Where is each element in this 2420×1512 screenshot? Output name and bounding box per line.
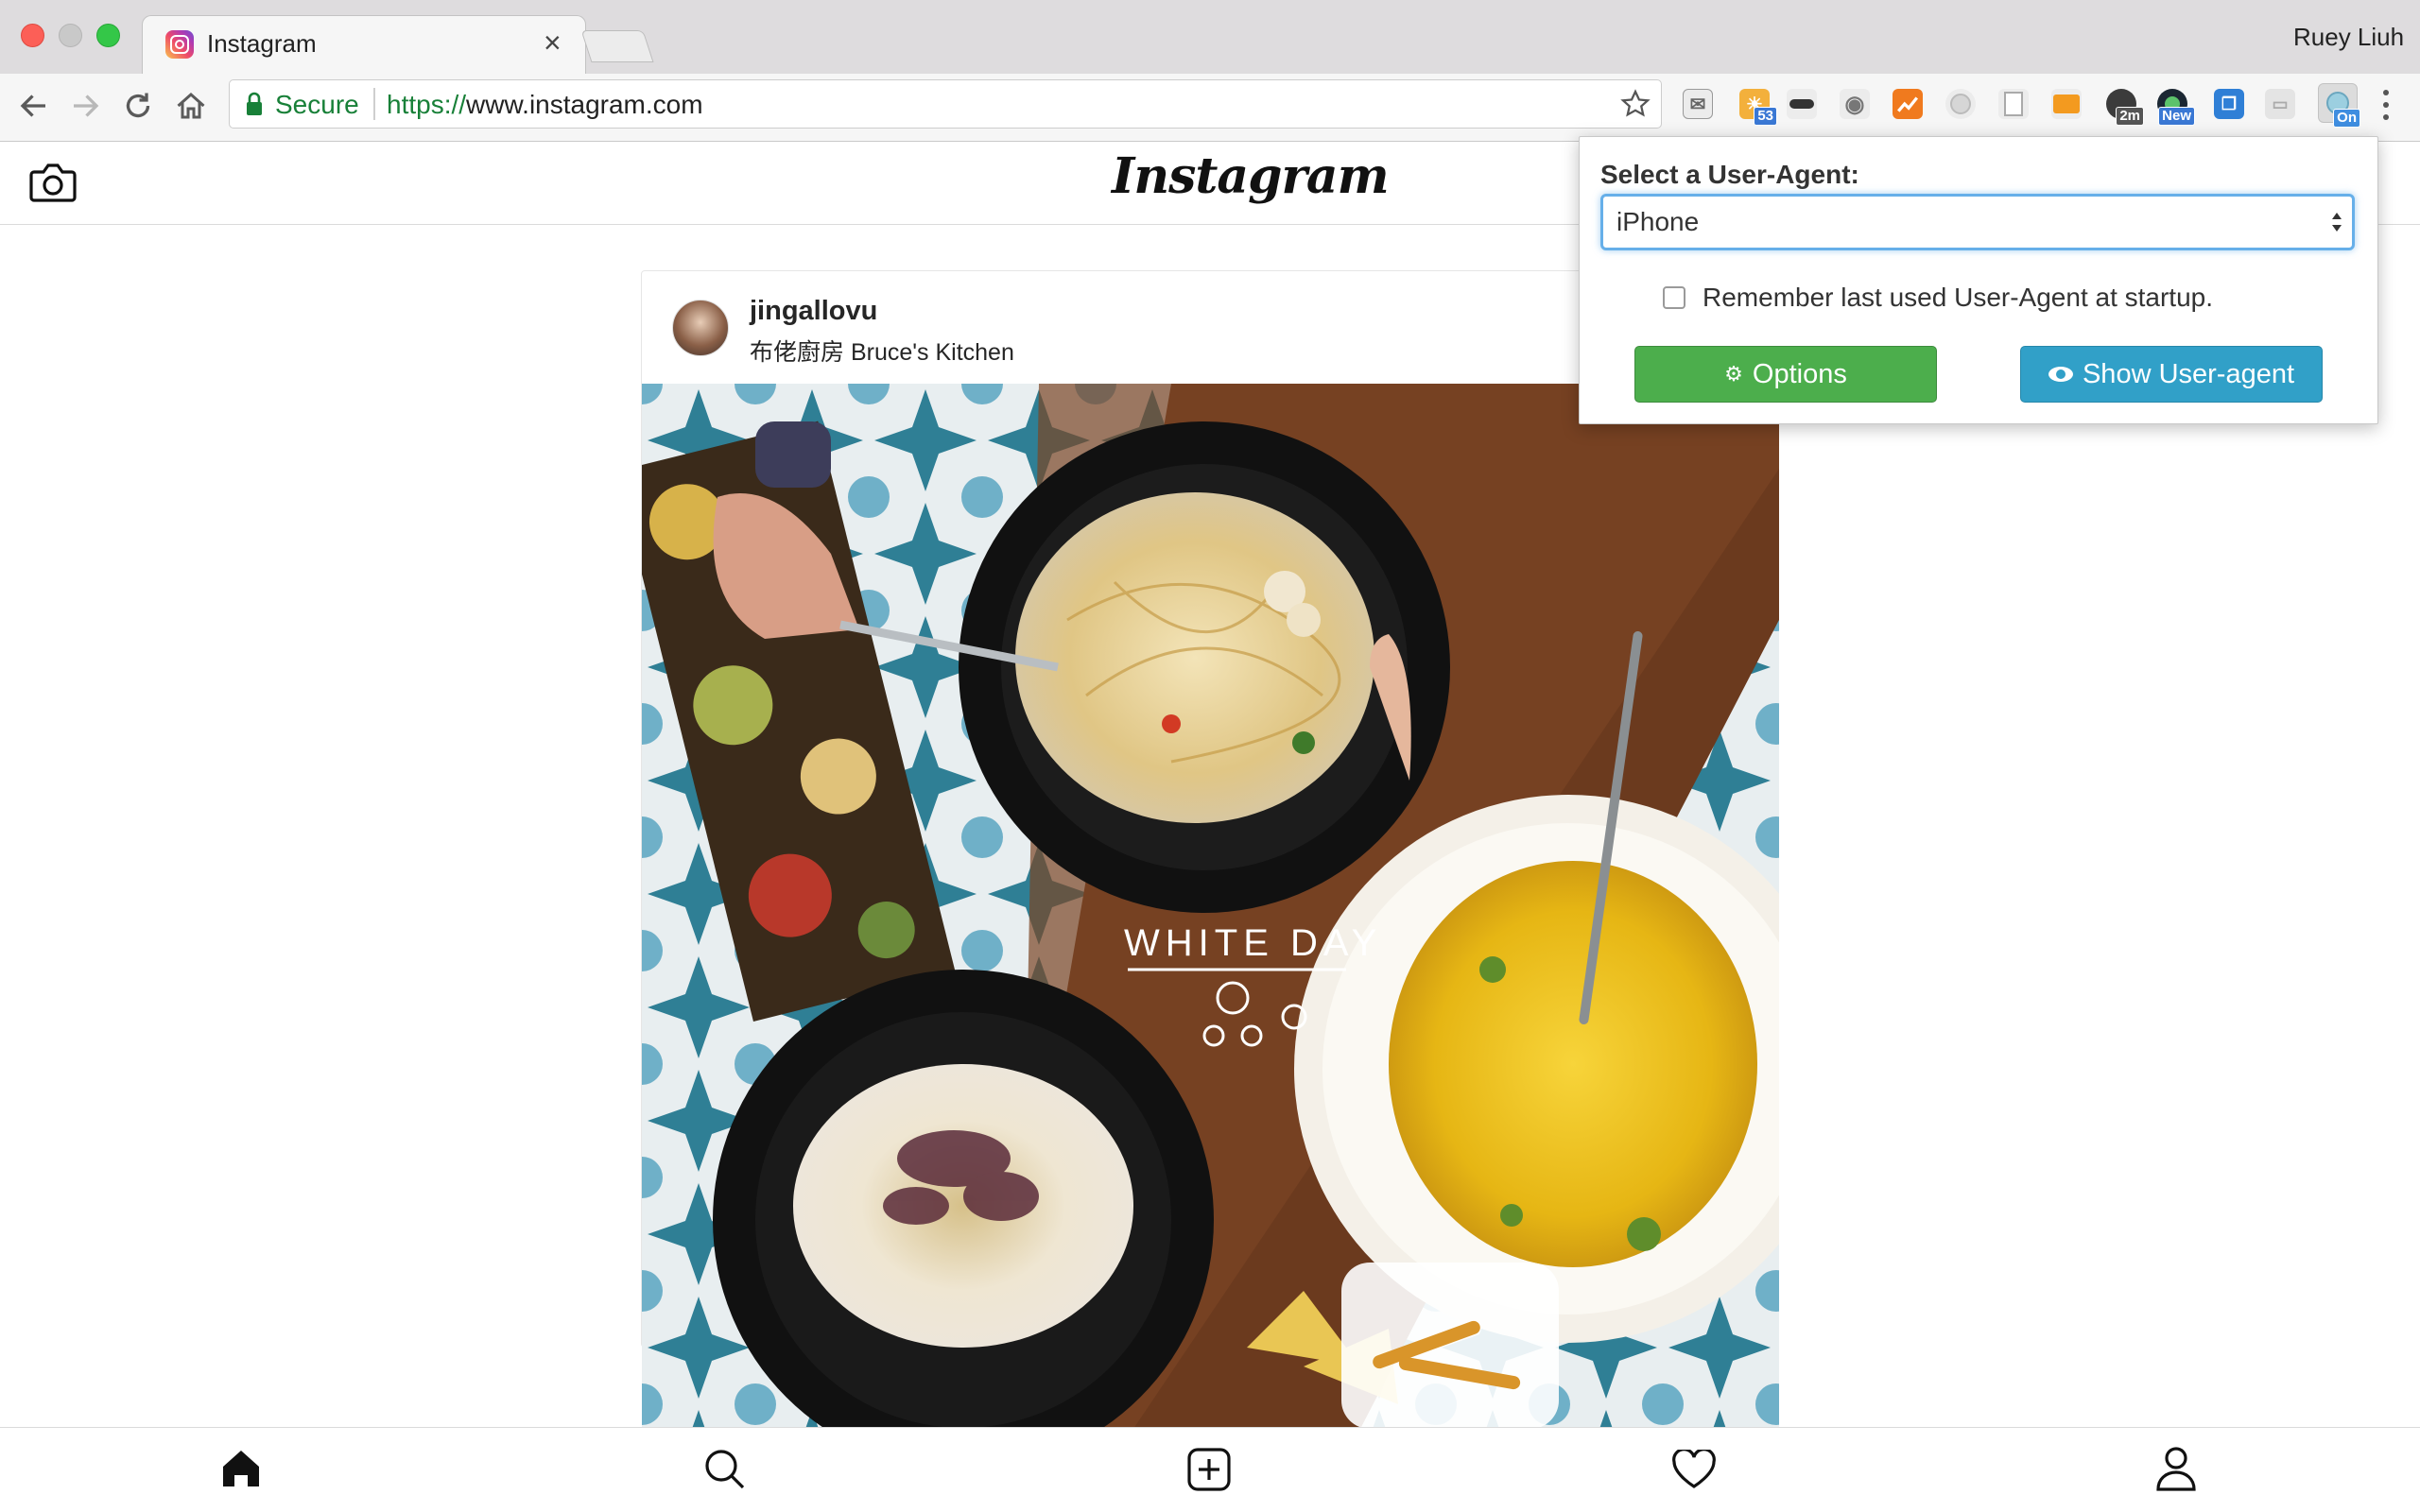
timer-badge: 2m [2116,107,2144,126]
url-text[interactable]: https://www.instagram.com [387,90,703,120]
disc-extension-icon[interactable] [1945,89,1976,119]
weather-badge: 53 [1754,107,1777,126]
secure-label: Secure [275,90,359,119]
show-user-agent-label: Show User-agent [2082,358,2295,389]
camera-icon[interactable] [28,161,78,204]
popup-heading: Select a User-Agent: [1600,160,1859,189]
document-extension-icon[interactable] [1998,89,2029,119]
weather-extension-icon[interactable]: ☀ 53 [1739,89,1777,126]
incognito-extension-icon[interactable] [1787,89,1817,119]
post-photo[interactable]: WHITE DAY [642,384,1779,1429]
remember-checkbox[interactable] [1663,286,1685,309]
camera-extension-icon[interactable]: ◉ [1840,89,1870,119]
activity-heart-icon[interactable] [1671,1448,1717,1489]
post-location[interactable]: 布佬廚房 Bruce's Kitchen [750,334,1014,368]
search-tab-icon[interactable] [703,1448,745,1489]
bookmark-star-icon[interactable] [1619,88,1651,120]
url-host: www.instagram.com [466,90,703,119]
url-scheme: https:// [387,90,467,119]
reload-icon[interactable] [121,89,155,123]
food-photo-illustration: WHITE DAY [642,384,1779,1429]
user-agent-switcher-icon[interactable]: On [2318,83,2360,128]
browser-menu-icon[interactable] [2377,87,2395,123]
user-agent-select[interactable]: iPhone [1600,194,2355,250]
zoom-window-button[interactable] [96,24,120,47]
photo-caption: WHITE DAY [1124,922,1382,964]
user-agent-popup: Select a User-Agent: iPhone Remember las… [1579,136,2378,424]
post-username[interactable]: jingallovu [750,296,877,327]
forward-icon[interactable] [68,89,102,123]
cast-extension-icon[interactable]: ▭ [2265,89,2295,119]
options-button[interactable]: ⚙ Options [1634,346,1937,403]
avatar[interactable] [672,300,729,356]
back-icon[interactable] [17,89,51,123]
audio-extension-icon[interactable]: New [2157,89,2195,126]
remember-label: Remember last used User-Agent at startup… [1703,283,2214,312]
mail-extension-icon[interactable]: ✉ [1683,89,1713,119]
home-tab-icon[interactable] [219,1448,263,1489]
minimize-window-button[interactable] [59,24,82,47]
new-post-tab-icon[interactable] [1187,1448,1231,1491]
eye-icon [2048,367,2073,382]
new-tab-button[interactable] [580,30,654,62]
chart-extension-icon[interactable] [1893,89,1923,119]
user-agent-badge: On [2333,109,2360,128]
tab-title: Instagram [207,29,317,58]
instagram-logo[interactable]: Instagram [1112,147,1390,205]
browser-tab-instagram[interactable]: Instagram × [142,15,586,76]
close-window-button[interactable] [21,24,44,47]
tab-close-icon[interactable]: × [544,26,562,60]
select-arrows-icon [2329,208,2344,236]
reader-extension-icon[interactable]: ❐ [2214,89,2244,119]
instagram-favicon-icon [165,30,194,59]
address-bar[interactable]: Secure https://www.instagram.com [229,79,1662,129]
envelope-extension-icon[interactable] [2051,89,2082,119]
gear-icon: ⚙ [1724,362,1743,386]
lock-icon [245,92,264,116]
profile-tab-icon[interactable] [2155,1446,2197,1491]
options-label: Options [1752,358,1847,389]
audio-badge: New [2158,107,2195,126]
show-user-agent-button[interactable]: Show User-agent [2020,346,2323,403]
home-icon[interactable] [174,89,208,123]
profile-name[interactable]: Ruey Liuh [2293,23,2404,52]
user-agent-select-value: iPhone [1616,207,1700,236]
timer-extension-icon[interactable]: 2m [2106,89,2144,126]
